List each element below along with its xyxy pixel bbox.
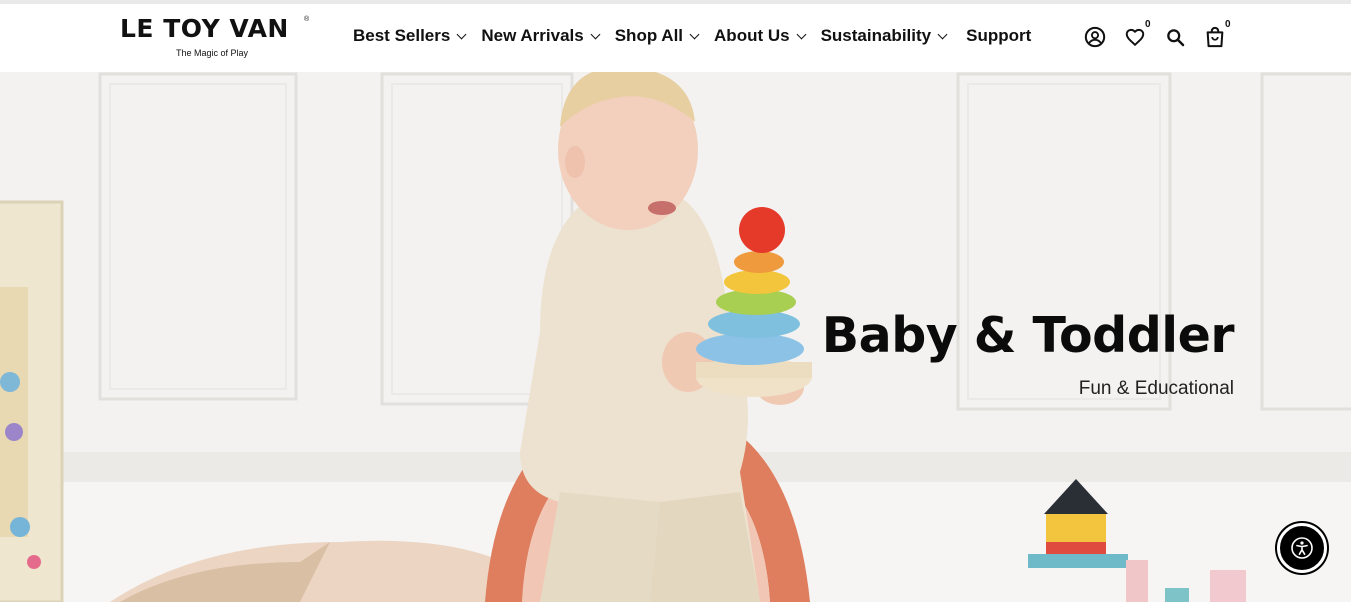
brand-tagline: The Magic of Play	[176, 48, 249, 58]
hero-banner[interactable]: Baby & Toddler Fun & Educational	[0, 72, 1351, 602]
accessibility-button[interactable]	[1277, 523, 1327, 573]
nav-label: Shop All	[614, 26, 684, 45]
shopping-bag-icon	[1206, 26, 1224, 48]
nav-label: Support	[966, 26, 1032, 45]
chevron-down-icon	[937, 29, 948, 39]
nav-best-sellers[interactable]: Best Sellers	[353, 26, 467, 46]
nav-label: About Us	[714, 26, 790, 45]
nav-shop-all[interactable]: Shop All	[614, 26, 700, 46]
accessibility-icon	[1291, 537, 1313, 559]
nav-label: Sustainability	[820, 26, 932, 45]
nav-new-arrivals[interactable]: New Arrivals	[481, 26, 601, 46]
heart-icon	[1125, 28, 1145, 47]
wishlist-count-badge: 0	[1145, 19, 1151, 30]
nav-label: Best Sellers	[353, 26, 451, 45]
brand-name: LE TOY VAN	[120, 14, 289, 43]
hero-title: Baby & Toddler	[821, 307, 1235, 364]
chevron-down-icon	[590, 29, 601, 39]
nav-support[interactable]: Support	[966, 26, 1031, 46]
search-button[interactable]	[1161, 22, 1189, 52]
chevron-down-icon	[689, 29, 700, 39]
brand-logo[interactable]: LE TOY VAN ® The Magic of Play	[120, 14, 312, 62]
main-nav: Best Sellers New Arrivals Shop All About…	[353, 23, 1031, 49]
chevron-down-icon	[456, 29, 467, 39]
nav-about-us[interactable]: About Us	[714, 26, 807, 46]
hero-text: Baby & Toddler Fun & Educational	[821, 306, 1235, 400]
site-header: LE TOY VAN ® The Magic of Play Best Sell…	[0, 4, 1351, 72]
search-icon	[1166, 28, 1184, 46]
registered-mark: ®	[304, 16, 310, 23]
account-icon	[1084, 26, 1106, 48]
nav-sustainability[interactable]: Sustainability	[820, 26, 948, 46]
chevron-down-icon	[796, 29, 807, 39]
nav-label: New Arrivals	[481, 26, 584, 45]
account-button[interactable]	[1081, 22, 1109, 52]
cart-count-badge: 0	[1225, 19, 1231, 30]
hero-subtitle: Fun & Educational	[1078, 378, 1234, 399]
